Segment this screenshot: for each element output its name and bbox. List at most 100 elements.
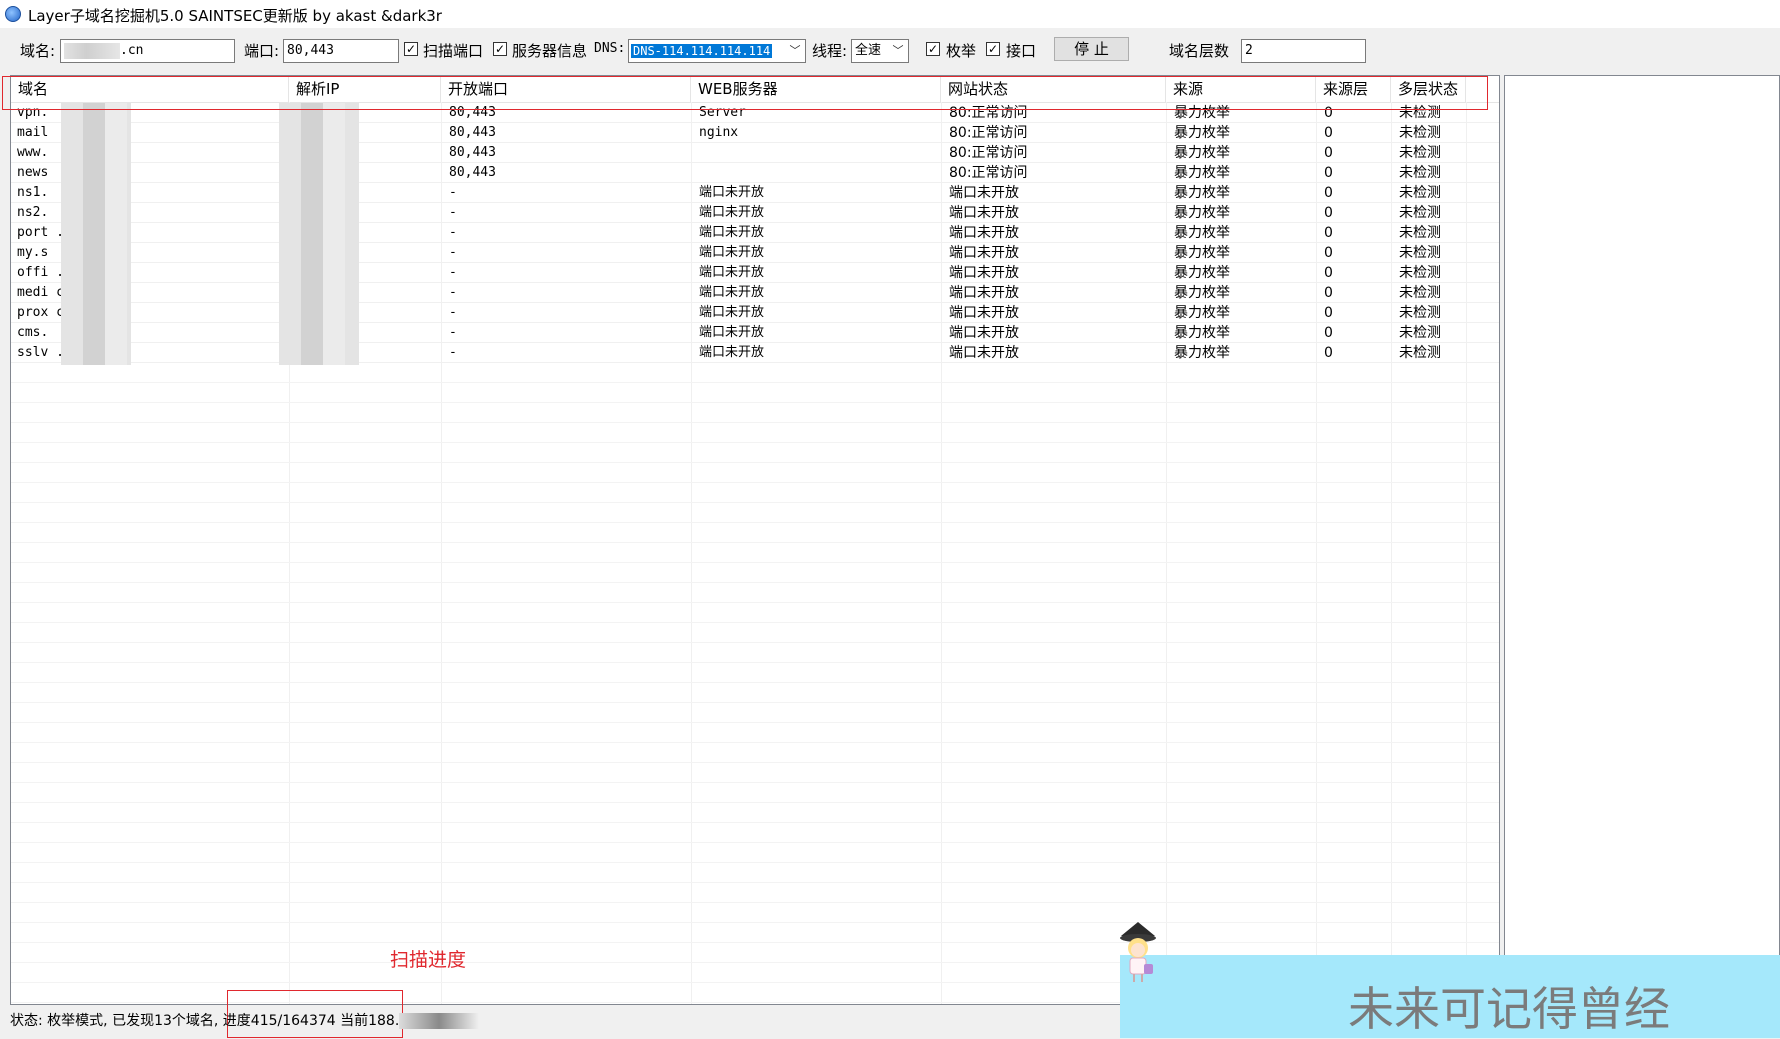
- cell-web-server: 端口未开放: [699, 265, 765, 280]
- status-text: 状态: 枚举模式, 已发现13个域名, 进度415/164374 当前188.: [10, 1013, 400, 1029]
- cell-domain: ns1.: [17, 185, 49, 200]
- cell-site-status: 80:正常访问: [949, 125, 1028, 141]
- redacted-mask: [61, 103, 131, 365]
- table-row[interactable]: ns1.8.8-端口未开放端口未开放暴力枚举0未检测: [11, 183, 1499, 203]
- row-divider: [11, 902, 1499, 903]
- row-divider: [11, 942, 1499, 943]
- cell-domain: sslv .cn: [17, 345, 80, 360]
- cell-multilevel: 未检测: [1399, 265, 1441, 281]
- table-row[interactable]: my.s149-端口未开放端口未开放暴力枚举0未检测: [11, 243, 1499, 263]
- dns-label: DNS:: [594, 41, 626, 56]
- table-row[interactable]: prox cn8.10-端口未开放端口未开放暴力枚举0未检测: [11, 303, 1499, 323]
- table-row[interactable]: news.5280,44380:正常访问暴力枚举0未检测: [11, 163, 1499, 183]
- cell-site-status: 端口未开放: [949, 285, 1019, 301]
- server-info-checkbox[interactable]: ✓: [493, 42, 507, 56]
- cell-ports: -: [449, 185, 457, 200]
- row-divider: [11, 782, 1499, 783]
- redacted-mask: [279, 103, 359, 365]
- cell-ports: 80,443: [449, 165, 496, 180]
- cell-domain: offi .cn: [17, 265, 80, 280]
- cell-source-level: 0: [1324, 245, 1333, 261]
- port-input[interactable]: 80,443: [283, 39, 399, 63]
- row-divider: [11, 602, 1499, 603]
- status-bar: 状态: 枚举模式, 已发现13个域名, 进度415/164374 当前188.: [10, 1010, 480, 1030]
- redacted-mask: [64, 42, 120, 59]
- cell-domain: www.: [17, 145, 49, 160]
- enum-label: 枚举: [946, 42, 977, 60]
- table-row[interactable]: mail3.155...80,443nginx80:正常访问暴力枚举0未检测: [11, 123, 1499, 143]
- row-divider: [11, 682, 1499, 683]
- cell-multilevel: 未检测: [1399, 345, 1441, 361]
- cell-source: 暴力枚举: [1174, 145, 1230, 161]
- table-row[interactable]: port .cn8.79-端口未开放端口未开放暴力枚举0未检测: [11, 223, 1499, 243]
- cell-web-server: 端口未开放: [699, 345, 765, 360]
- row-divider: [11, 502, 1499, 503]
- side-panel: [1504, 75, 1780, 1015]
- cell-site-status: 端口未开放: [949, 305, 1019, 321]
- cell-source: 暴力枚举: [1174, 125, 1230, 141]
- row-divider: [11, 642, 1499, 643]
- threads-select[interactable]: 全速 ﹀: [851, 39, 909, 63]
- row-divider: [11, 542, 1499, 543]
- cell-source-level: 0: [1324, 305, 1333, 321]
- cell-site-status: 80:正常访问: [949, 145, 1028, 161]
- threads-label: 线程:: [812, 42, 848, 60]
- row-divider: [11, 562, 1499, 563]
- enum-checkbox[interactable]: ✓: [926, 42, 940, 56]
- cell-domain: my.s: [17, 245, 49, 260]
- table-row[interactable]: medi cn8.31-端口未开放端口未开放暴力枚举0未检测: [11, 283, 1499, 303]
- port-label: 端口:: [244, 42, 280, 60]
- cell-web-server: [691, 163, 941, 183]
- table-row[interactable]: offi .cn8.11-端口未开放端口未开放暴力枚举0未检测: [11, 263, 1499, 283]
- cell-source: 暴力枚举: [1174, 285, 1230, 301]
- row-divider: [11, 922, 1499, 923]
- scan-ports-checkbox[interactable]: ✓: [404, 42, 418, 56]
- api-checkbox[interactable]: ✓: [986, 42, 1000, 56]
- cell-multilevel: 未检测: [1399, 305, 1441, 321]
- cell-ports: 80,443: [449, 125, 496, 140]
- cell-ports: -: [449, 345, 457, 360]
- row-divider: [11, 802, 1499, 803]
- cell-web-server: 端口未开放: [699, 285, 765, 300]
- cell-site-status: 端口未开放: [949, 225, 1019, 241]
- cell-domain: medi cn: [17, 285, 72, 300]
- row-divider: [11, 622, 1499, 623]
- table-row[interactable]: www..5280,44380:正常访问暴力枚举0未检测: [11, 143, 1499, 163]
- cell-site-status: 端口未开放: [949, 345, 1019, 361]
- cell-web-server: 端口未开放: [699, 225, 765, 240]
- depth-input[interactable]: 2: [1241, 39, 1366, 63]
- row-divider: [11, 522, 1499, 523]
- row-divider: [11, 842, 1499, 843]
- cell-source: 暴力枚举: [1174, 325, 1230, 341]
- domain-input[interactable]: .cn: [60, 39, 235, 63]
- cell-source: 暴力枚举: [1174, 225, 1230, 241]
- cell-source: 暴力枚举: [1174, 305, 1230, 321]
- stop-button[interactable]: 停 止: [1054, 37, 1129, 61]
- results-table[interactable]: 域名 解析IP 开放端口 WEB服务器 网站状态 来源 来源层 多层状态 vpn…: [10, 75, 1500, 1005]
- table-row[interactable]: ns2.8.9-端口未开放端口未开放暴力枚举0未检测: [11, 203, 1499, 223]
- table-row[interactable]: sslv .cn2-端口未开放端口未开放暴力枚举0未检测: [11, 343, 1499, 363]
- cell-multilevel: 未检测: [1399, 125, 1441, 141]
- watermark-text: 未来可记得曾经: [1348, 982, 1670, 1036]
- table-row[interactable]: cms.8.171-端口未开放端口未开放暴力枚举0未检测: [11, 323, 1499, 343]
- cell-web-server: 端口未开放: [699, 185, 765, 200]
- row-divider: [11, 462, 1499, 463]
- cell-source-level: 0: [1324, 265, 1333, 281]
- cell-site-status: 端口未开放: [949, 185, 1019, 201]
- cell-multilevel: 未检测: [1399, 285, 1441, 301]
- dns-select[interactable]: DNS-114.114.114.114 ﹀: [628, 39, 806, 63]
- row-divider: [11, 422, 1499, 423]
- server-info-label: 服务器信息: [512, 42, 588, 60]
- cell-source: 暴力枚举: [1174, 165, 1230, 181]
- cell-web-server: nginx: [699, 125, 739, 140]
- cell-source: 暴力枚举: [1174, 345, 1230, 361]
- chevron-down-icon: ﹀: [789, 44, 801, 57]
- cell-source-level: 0: [1324, 125, 1333, 141]
- chevron-down-icon: ﹀: [892, 44, 904, 57]
- cell-source-level: 0: [1324, 325, 1333, 341]
- row-divider: [11, 442, 1499, 443]
- cell-source-level: 0: [1324, 225, 1333, 241]
- scan-progress-annotation: 扫描进度: [390, 949, 467, 971]
- cell-web-server: 端口未开放: [699, 325, 765, 340]
- cell-site-status: 端口未开放: [949, 325, 1019, 341]
